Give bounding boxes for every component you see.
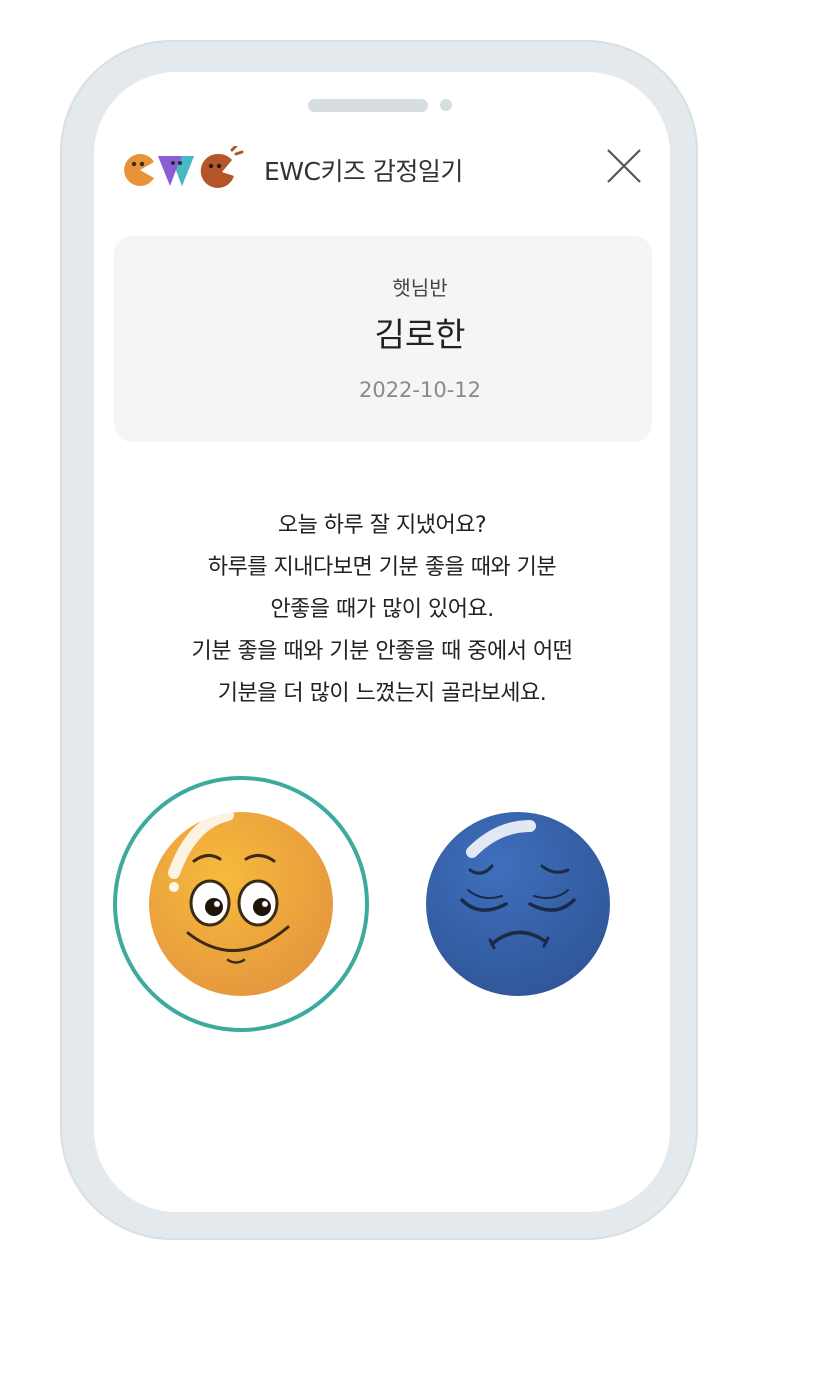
ewc-logo <box>124 146 244 188</box>
question-line: 기분을 더 많이 느꼈는지 골라보세요. <box>217 681 547 706</box>
student-name: 김로한 <box>374 315 466 354</box>
phone-speaker <box>308 99 428 112</box>
happy-face-icon <box>149 809 333 996</box>
mood-bad-option[interactable] <box>420 808 616 1004</box>
phone-camera <box>440 99 452 111</box>
question-line: 하루를 지내다보면 기분 좋을 때와 기분 <box>207 555 557 580</box>
page-title: EWC키즈 감정일기 <box>264 157 463 186</box>
sad-face-icon <box>426 812 610 996</box>
class-name: 햇님반 <box>392 276 448 300</box>
diary-date: 2022-10-12 <box>358 378 482 402</box>
mood-good-option[interactable] <box>112 775 370 1033</box>
mood-question: 오늘 하루 잘 지냈어요? 하루를 지내다보면 기분 좋을 때와 기분 안좋을 … <box>94 505 670 715</box>
close-icon[interactable] <box>600 142 648 190</box>
question-line: 오늘 하루 잘 지냈어요? <box>277 513 487 538</box>
question-line: 안좋을 때가 많이 있어요. <box>270 597 494 622</box>
question-line: 기분 좋을 때와 기분 안좋을 때 중에서 어떤 <box>191 639 573 664</box>
